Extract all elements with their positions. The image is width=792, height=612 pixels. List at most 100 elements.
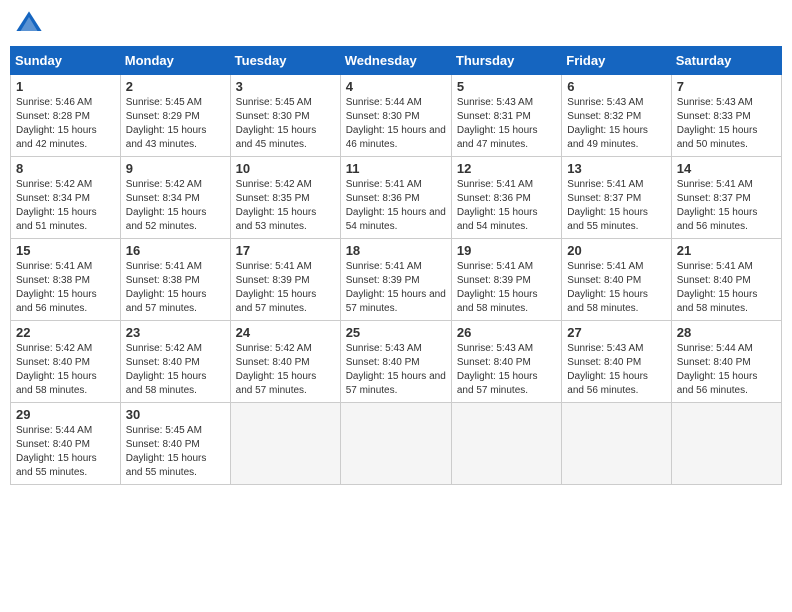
day-number: 22 <box>16 325 115 340</box>
calendar-cell: 2 Sunrise: 5:45 AMSunset: 8:29 PMDaylight… <box>120 75 230 157</box>
day-number: 30 <box>126 407 225 422</box>
weekday-header-monday: Monday <box>120 47 230 75</box>
day-info: Sunrise: 5:44 AMSunset: 8:40 PMDaylight:… <box>677 342 776 398</box>
calendar-week-1: 1 Sunrise: 5:46 AMSunset: 8:28 PMDaylight… <box>11 75 782 157</box>
day-info: Sunrise: 5:42 AMSunset: 8:40 PMDaylight:… <box>236 342 335 398</box>
day-info: Sunrise: 5:41 AMSunset: 8:39 PMDaylight:… <box>346 260 446 316</box>
day-number: 11 <box>346 161 446 176</box>
day-info: Sunrise: 5:42 AMSunset: 8:35 PMDaylight:… <box>236 178 335 234</box>
logo-icon <box>15 10 43 38</box>
calendar-cell: 23 Sunrise: 5:42 AMSunset: 8:40 PMDayligh… <box>120 321 230 403</box>
day-info: Sunrise: 5:43 AMSunset: 8:33 PMDaylight:… <box>677 96 776 152</box>
page-header <box>10 10 782 38</box>
day-number: 20 <box>567 243 665 258</box>
calendar-week-2: 8 Sunrise: 5:42 AMSunset: 8:34 PMDaylight… <box>11 157 782 239</box>
day-info: Sunrise: 5:41 AMSunset: 8:38 PMDaylight:… <box>16 260 115 316</box>
day-number: 2 <box>126 79 225 94</box>
calendar-cell: 27 Sunrise: 5:43 AMSunset: 8:40 PMDayligh… <box>562 321 671 403</box>
calendar-week-3: 15 Sunrise: 5:41 AMSunset: 8:38 PMDayligh… <box>11 239 782 321</box>
day-info: Sunrise: 5:41 AMSunset: 8:39 PMDaylight:… <box>236 260 335 316</box>
weekday-header-thursday: Thursday <box>451 47 561 75</box>
calendar-cell: 1 Sunrise: 5:46 AMSunset: 8:28 PMDaylight… <box>11 75 121 157</box>
day-number: 19 <box>457 243 556 258</box>
day-number: 10 <box>236 161 335 176</box>
calendar-week-4: 22 Sunrise: 5:42 AMSunset: 8:40 PMDayligh… <box>11 321 782 403</box>
calendar-cell: 21 Sunrise: 5:41 AMSunset: 8:40 PMDayligh… <box>671 239 781 321</box>
day-number: 24 <box>236 325 335 340</box>
weekday-header-tuesday: Tuesday <box>230 47 340 75</box>
calendar-cell: 9Sunrise: 5:42 AMSunset: 8:34 PMDaylight… <box>120 157 230 239</box>
day-info: Sunrise: 5:42 AMSunset: 8:34 PMDaylight:… <box>16 178 115 234</box>
day-number: 29 <box>16 407 115 422</box>
calendar-cell: 6 Sunrise: 5:43 AMSunset: 8:32 PMDaylight… <box>562 75 671 157</box>
calendar-cell: 16 Sunrise: 5:41 AMSunset: 8:38 PMDayligh… <box>120 239 230 321</box>
calendar-table: SundayMondayTuesdayWednesdayThursdayFrid… <box>10 46 782 485</box>
calendar-cell: 22 Sunrise: 5:42 AMSunset: 8:40 PMDayligh… <box>11 321 121 403</box>
day-number: 28 <box>677 325 776 340</box>
day-number: 1 <box>16 79 115 94</box>
day-info: Sunrise: 5:41 AMSunset: 8:36 PMDaylight:… <box>457 178 556 234</box>
day-number: 14 <box>677 161 776 176</box>
weekday-header-friday: Friday <box>562 47 671 75</box>
calendar-cell: 3 Sunrise: 5:45 AMSunset: 8:30 PMDaylight… <box>230 75 340 157</box>
calendar-cell: 25Sunrise: 5:43 AMSunset: 8:40 PMDayligh… <box>340 321 451 403</box>
day-number: 15 <box>16 243 115 258</box>
day-info: Sunrise: 5:42 AMSunset: 8:40 PMDaylight:… <box>16 342 115 398</box>
day-number: 13 <box>567 161 665 176</box>
calendar-cell: 4 Sunrise: 5:44 AMSunset: 8:30 PMDaylight… <box>340 75 451 157</box>
calendar-cell: 5 Sunrise: 5:43 AMSunset: 8:31 PMDaylight… <box>451 75 561 157</box>
day-number: 3 <box>236 79 335 94</box>
calendar-cell: 13 Sunrise: 5:41 AMSunset: 8:37 PMDayligh… <box>562 157 671 239</box>
calendar-cell: 10 Sunrise: 5:42 AMSunset: 8:35 PMDayligh… <box>230 157 340 239</box>
logo <box>15 10 47 38</box>
day-number: 6 <box>567 79 665 94</box>
calendar-week-5: 29 Sunrise: 5:44 AMSunset: 8:40 PMDayligh… <box>11 403 782 485</box>
day-info: Sunrise: 5:45 AMSunset: 8:29 PMDaylight:… <box>126 96 225 152</box>
day-number: 23 <box>126 325 225 340</box>
calendar-cell: 8 Sunrise: 5:42 AMSunset: 8:34 PMDaylight… <box>11 157 121 239</box>
day-info: Sunrise: 5:43 AMSunset: 8:40 PMDaylight:… <box>457 342 556 398</box>
weekday-header-row: SundayMondayTuesdayWednesdayThursdayFrid… <box>11 47 782 75</box>
weekday-header-sunday: Sunday <box>11 47 121 75</box>
day-number: 5 <box>457 79 556 94</box>
day-info: Sunrise: 5:43 AMSunset: 8:32 PMDaylight:… <box>567 96 665 152</box>
day-info: Sunrise: 5:44 AMSunset: 8:40 PMDaylight:… <box>16 424 115 480</box>
calendar-cell: 18 Sunrise: 5:41 AMSunset: 8:39 PMDayligh… <box>340 239 451 321</box>
day-info: Sunrise: 5:41 AMSunset: 8:37 PMDaylight:… <box>567 178 665 234</box>
day-info: Sunrise: 5:41 AMSunset: 8:36 PMDaylight:… <box>346 178 446 234</box>
day-info: Sunrise: 5:43 AMSunset: 8:40 PMDaylight:… <box>567 342 665 398</box>
calendar-cell: 12 Sunrise: 5:41 AMSunset: 8:36 PMDayligh… <box>451 157 561 239</box>
day-info: Sunrise: 5:41 AMSunset: 8:39 PMDaylight:… <box>457 260 556 316</box>
calendar-cell: 24 Sunrise: 5:42 AMSunset: 8:40 PMDayligh… <box>230 321 340 403</box>
day-number: 21 <box>677 243 776 258</box>
calendar-cell: 30Sunrise: 5:45 AMSunset: 8:40 PMDayligh… <box>120 403 230 485</box>
weekday-header-saturday: Saturday <box>671 47 781 75</box>
calendar-cell: 29 Sunrise: 5:44 AMSunset: 8:40 PMDayligh… <box>11 403 121 485</box>
day-info: Sunrise: 5:41 AMSunset: 8:37 PMDaylight:… <box>677 178 776 234</box>
day-info: Sunrise: 5:42 AMSunset: 8:40 PMDaylight:… <box>126 342 225 398</box>
day-number: 8 <box>16 161 115 176</box>
day-number: 17 <box>236 243 335 258</box>
day-info: Sunrise: 5:45 AMSunset: 8:30 PMDaylight:… <box>236 96 335 152</box>
day-number: 9 <box>126 161 225 176</box>
calendar-cell: 19 Sunrise: 5:41 AMSunset: 8:39 PMDayligh… <box>451 239 561 321</box>
day-number: 16 <box>126 243 225 258</box>
weekday-header-wednesday: Wednesday <box>340 47 451 75</box>
calendar-cell: 17 Sunrise: 5:41 AMSunset: 8:39 PMDayligh… <box>230 239 340 321</box>
day-number: 7 <box>677 79 776 94</box>
day-number: 4 <box>346 79 446 94</box>
day-number: 27 <box>567 325 665 340</box>
day-info: Sunrise: 5:43 AMSunset: 8:31 PMDaylight:… <box>457 96 556 152</box>
day-info: Sunrise: 5:46 AMSunset: 8:28 PMDaylight:… <box>16 96 115 152</box>
day-info: Sunrise: 5:41 AMSunset: 8:38 PMDaylight:… <box>126 260 225 316</box>
calendar-cell <box>451 403 561 485</box>
calendar-cell <box>562 403 671 485</box>
day-info: Sunrise: 5:41 AMSunset: 8:40 PMDaylight:… <box>567 260 665 316</box>
day-info: Sunrise: 5:44 AMSunset: 8:30 PMDaylight:… <box>346 96 446 152</box>
day-number: 12 <box>457 161 556 176</box>
day-number: 18 <box>346 243 446 258</box>
calendar-cell: 14 Sunrise: 5:41 AMSunset: 8:37 PMDayligh… <box>671 157 781 239</box>
day-info: Sunrise: 5:41 AMSunset: 8:40 PMDaylight:… <box>677 260 776 316</box>
calendar-cell: 20 Sunrise: 5:41 AMSunset: 8:40 PMDayligh… <box>562 239 671 321</box>
day-number: 25 <box>346 325 446 340</box>
